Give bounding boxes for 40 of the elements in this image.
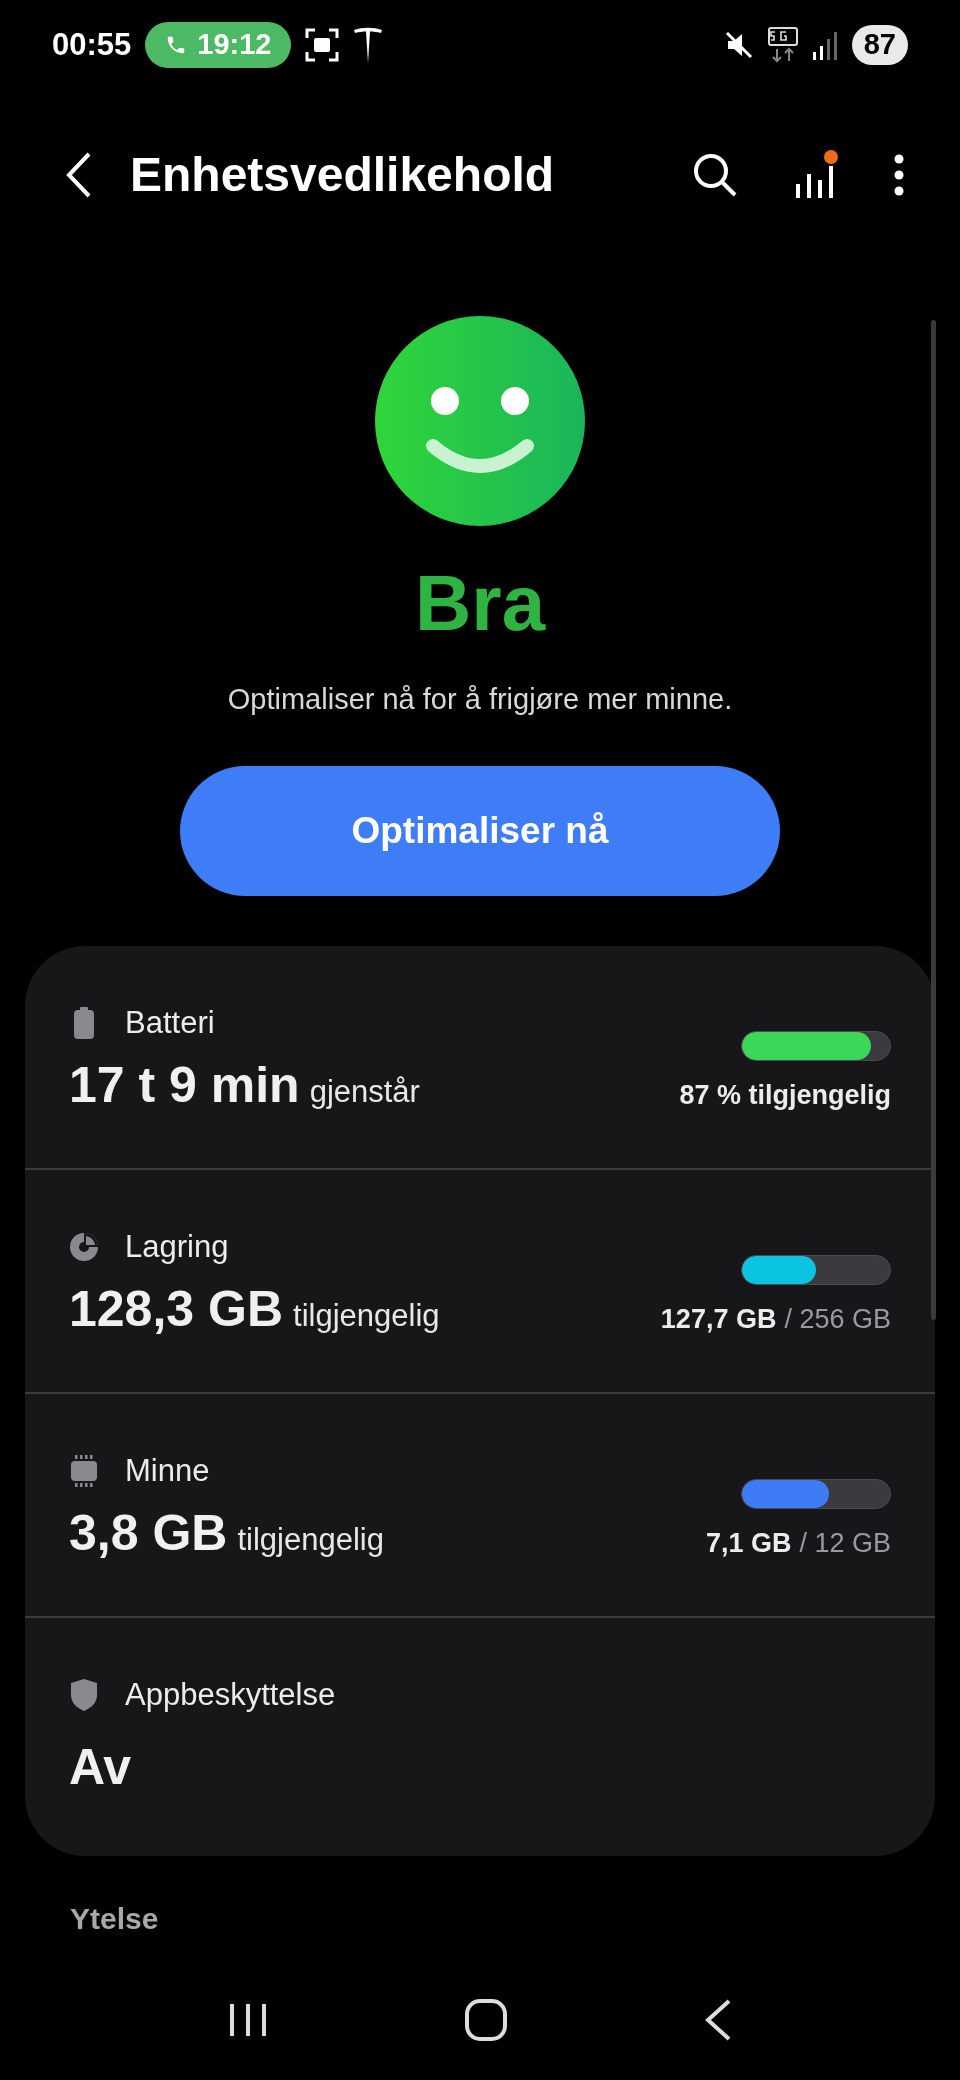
- shield-icon: [71, 1678, 97, 1711]
- meter-reading: 87 % tilgjengelig: [679, 1079, 891, 1112]
- item-label: Lagring: [125, 1227, 229, 1266]
- smiley-face-icon: [375, 316, 585, 526]
- search-icon[interactable]: [692, 152, 738, 198]
- item-label: Minne: [125, 1451, 210, 1490]
- network-5g-icon: [767, 27, 798, 63]
- used-amount: 7,1 GB: [705, 1527, 792, 1560]
- more-options-icon[interactable]: [894, 154, 904, 196]
- pie-chart-icon: [69, 1231, 99, 1262]
- item-unit: tilgjengelig: [293, 1297, 440, 1335]
- mute-icon: [723, 30, 754, 60]
- home-icon[interactable]: [465, 1999, 507, 2041]
- battery-icon: [73, 1006, 95, 1039]
- signal-icon: [811, 30, 838, 60]
- chip-icon: [69, 1454, 99, 1487]
- used-amount: 127,7 GB: [660, 1303, 777, 1336]
- chart-icon[interactable]: [794, 150, 838, 200]
- item-unit: gjenstår: [309, 1073, 420, 1111]
- item-value: 128,3 GB: [69, 1284, 283, 1334]
- item-label: Appbeskyttelse: [125, 1675, 336, 1714]
- page-title: Enhetsvedlikehold: [130, 147, 555, 203]
- optimize-button[interactable]: Optimaliser nå: [180, 765, 780, 896]
- battery-indicator: 87: [851, 25, 908, 65]
- item-value: Av: [69, 1742, 133, 1792]
- status-rating: Bra: [414, 564, 546, 642]
- call-timer: 19:12: [197, 27, 272, 63]
- total-amount: / 256 GB: [784, 1303, 891, 1336]
- item-value: 3,8 GB: [69, 1508, 228, 1558]
- section-header: Ytelse: [70, 1901, 160, 1937]
- recent-apps-icon[interactable]: [228, 2002, 269, 2038]
- item-value: 17 t 9 min: [69, 1060, 300, 1110]
- clock: 00:55: [52, 25, 132, 64]
- total-amount: / 12 GB: [799, 1527, 891, 1560]
- item-label: Batteri: [125, 1003, 215, 1042]
- screenshot-icon: [305, 28, 340, 62]
- status-message: Optimaliser nå for å frigjøre mer minne.: [227, 682, 733, 717]
- call-chip[interactable]: 19:12: [145, 22, 292, 68]
- back-icon[interactable]: [703, 1999, 732, 2041]
- item-unit: tilgjengelig: [237, 1521, 384, 1559]
